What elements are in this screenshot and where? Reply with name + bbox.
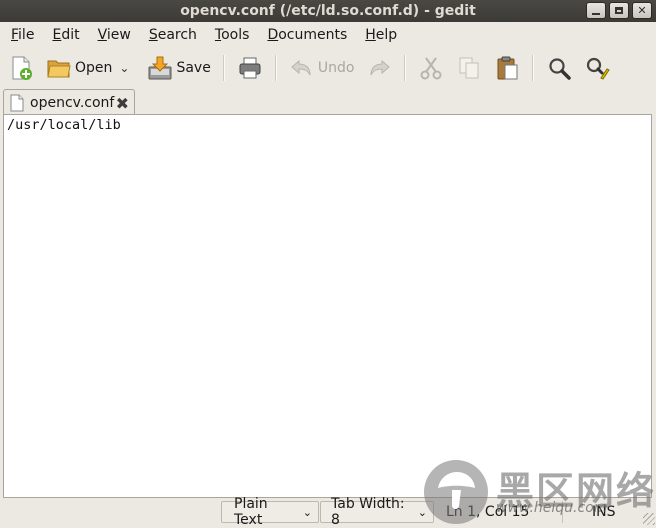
find-replace-icon [587, 57, 611, 80]
menu-view[interactable]: View [86, 27, 137, 43]
menu-edit[interactable]: Edit [40, 27, 85, 43]
copy-icon [459, 57, 479, 79]
open-label: Open [75, 60, 113, 76]
print-button[interactable] [231, 51, 269, 85]
open-recent-dropdown-icon[interactable]: ⌄ [119, 61, 129, 75]
folder-open-icon [47, 60, 71, 78]
open-button[interactable]: Open ⌄ [40, 51, 135, 85]
language-label: Plain Text [234, 496, 268, 528]
tab-opencv-conf[interactable]: opencv.conf ✖ [3, 89, 135, 115]
undo-label: Undo [317, 60, 355, 76]
menu-search[interactable]: Search [137, 27, 203, 43]
tab-width-selector[interactable]: Tab Width: 8 ⌄ [320, 496, 434, 528]
maximize-button[interactable] [609, 2, 629, 19]
toolbar-separator [222, 55, 225, 81]
menu-documents[interactable]: Documents [255, 27, 353, 43]
chevron-down-icon: ⌄ [302, 505, 312, 519]
minimize-button[interactable] [586, 2, 606, 19]
maximize-icon [615, 7, 623, 14]
menu-file[interactable]: File [0, 27, 40, 43]
close-icon: ✕ [637, 4, 647, 17]
text-file-icon [10, 94, 24, 111]
printer-icon [239, 57, 261, 79]
magnifier-icon [549, 58, 572, 80]
watermark-url: www.heiqu.com [496, 500, 608, 516]
save-label: Save [176, 60, 211, 76]
find-button[interactable] [540, 51, 578, 85]
undo-button[interactable]: Undo [283, 51, 361, 85]
find-replace-button[interactable] [578, 51, 616, 85]
watermark-logo [424, 460, 488, 524]
menu-tools[interactable]: Tools [203, 27, 256, 43]
save-icon [148, 56, 172, 80]
undo-icon [291, 59, 311, 76]
window-title: opencv.conf (/etc/ld.so.conf.d) - gedit [180, 3, 476, 19]
menu-bar: File Edit View Search Tools Documents He… [0, 22, 656, 48]
minimize-icon [592, 12, 600, 15]
toolbar-separator [274, 55, 277, 81]
clipboard-icon [497, 56, 518, 80]
copy-button[interactable] [450, 51, 488, 85]
tab-width-label: Tab Width: 8 [331, 496, 405, 528]
watermark: 黑区网络 www.heiqu.com [424, 460, 656, 526]
language-selector[interactable]: Plain Text ⌄ [221, 496, 319, 528]
gedit-window: opencv.conf (/etc/ld.so.conf.d) - gedit … [0, 0, 656, 528]
new-document-icon [12, 56, 32, 80]
redo-icon [370, 59, 391, 76]
cut-button[interactable] [412, 51, 450, 85]
save-button[interactable]: Save [141, 51, 216, 85]
title-bar: opencv.conf (/etc/ld.so.conf.d) - gedit … [0, 0, 656, 22]
paste-button[interactable] [488, 51, 526, 85]
mushroom-logo-icon [438, 472, 475, 509]
redo-button[interactable] [360, 51, 398, 85]
toolbar-separator [532, 55, 535, 81]
scissors-icon [420, 57, 442, 80]
window-controls: ✕ [586, 2, 652, 19]
text-editor[interactable]: /usr/local/lib [3, 114, 652, 498]
close-button[interactable]: ✕ [632, 2, 652, 19]
toolbar-separator [404, 55, 407, 81]
tab-close-icon[interactable]: ✖ [116, 94, 129, 113]
tab-label: opencv.conf [30, 94, 115, 111]
new-button[interactable] [0, 51, 40, 85]
editor-content[interactable]: /usr/local/lib [7, 117, 121, 133]
document-tabs: opencv.conf ✖ [0, 88, 656, 115]
toolbar: Open ⌄ Save Undo [0, 48, 656, 88]
menu-help[interactable]: Help [353, 27, 403, 43]
